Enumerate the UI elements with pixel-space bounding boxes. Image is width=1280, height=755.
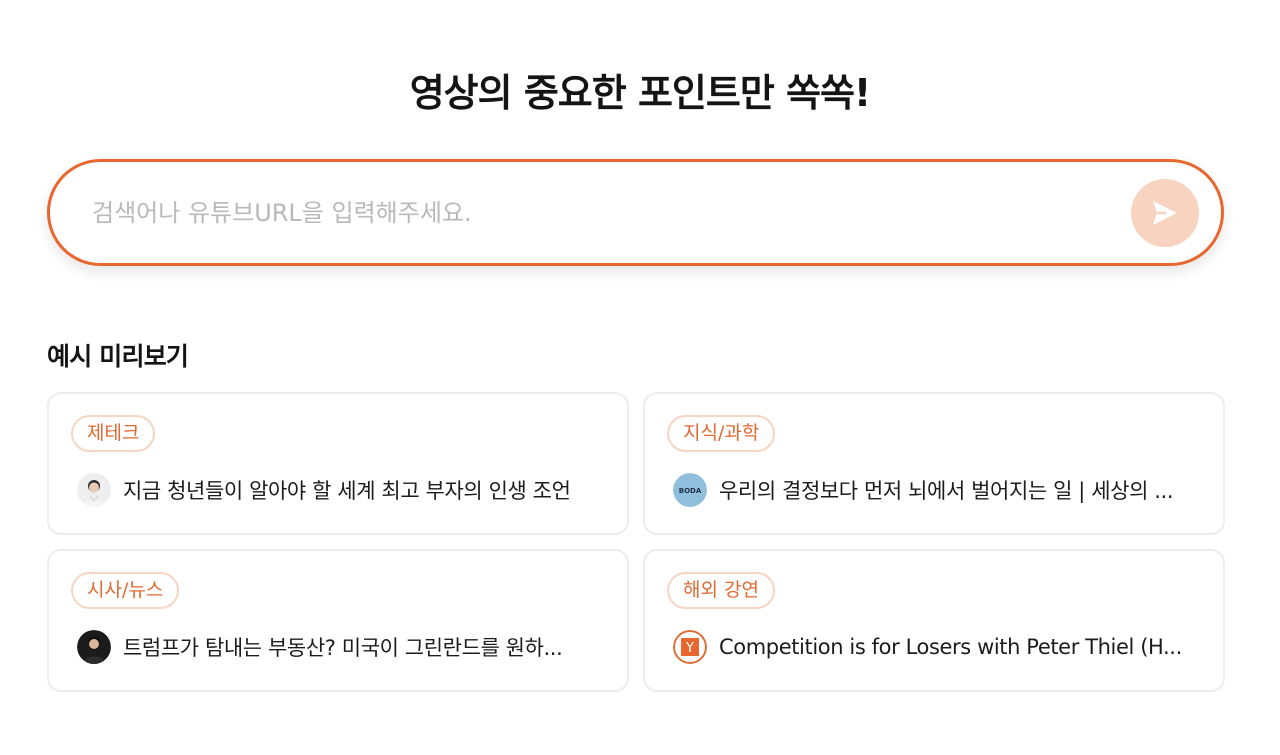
examples-section-title: 예시 미리보기 bbox=[47, 342, 189, 371]
person-avatar-icon bbox=[77, 473, 111, 507]
search-box bbox=[47, 159, 1224, 266]
boda-logo-icon: BODA bbox=[673, 473, 707, 507]
search-input[interactable] bbox=[92, 162, 1092, 263]
video-title: 지금 청년들이 알아야 할 세계 최고 부자의 인생 조언 bbox=[123, 479, 571, 503]
category-tag: 지식/과학 bbox=[667, 415, 776, 452]
example-card-3[interactable]: 시사/뉴스 트럼프가 탐내는 부동산? 미국이 그린란드를 원하... bbox=[47, 549, 629, 692]
page: 영상의 중요한 포인트만 쏙쏙! 예시 미리보기 제테크 지금 청년 bbox=[0, 0, 1280, 755]
category-tag: 시사/뉴스 bbox=[71, 572, 180, 609]
send-icon bbox=[1153, 201, 1177, 225]
video-title: 우리의 결정보다 먼저 뇌에서 벌어지는 일 | 세상의 ... bbox=[719, 479, 1174, 503]
example-card-1[interactable]: 제테크 지금 청년들이 알아야 할 세계 최고 부자의 인생 조언 bbox=[47, 392, 629, 535]
y-logo-text: Y bbox=[685, 641, 694, 656]
example-card-2[interactable]: 지식/과학 BODA 우리의 결정보다 먼저 뇌에서 벌어지는 일 | 세상의 … bbox=[643, 392, 1225, 535]
video-row: 지금 청년들이 알아야 할 세계 최고 부자의 인생 조언 bbox=[77, 472, 601, 508]
category-tag: 해외 강연 bbox=[667, 572, 775, 609]
person-avatar-icon bbox=[77, 630, 111, 664]
video-row: 트럼프가 탐내는 부동산? 미국이 그린란드를 원하... bbox=[77, 629, 601, 665]
hero-title: 영상의 중요한 포인트만 쏙쏙! bbox=[409, 71, 872, 115]
video-title: Competition is for Losers with Peter Thi… bbox=[719, 635, 1182, 659]
example-card-4[interactable]: 해외 강연 Y Competition is for Losers with P… bbox=[643, 549, 1225, 692]
boda-logo-text: BODA bbox=[679, 487, 702, 495]
send-button[interactable] bbox=[1131, 179, 1199, 247]
video-title: 트럼프가 탐내는 부동산? 미국이 그린란드를 원하... bbox=[123, 636, 563, 660]
video-row: BODA 우리의 결정보다 먼저 뇌에서 벌어지는 일 | 세상의 ... bbox=[673, 472, 1197, 508]
category-tag: 제테크 bbox=[71, 415, 156, 452]
video-row: Y Competition is for Losers with Peter T… bbox=[673, 629, 1197, 665]
y-combinator-logo-icon: Y bbox=[673, 630, 707, 664]
